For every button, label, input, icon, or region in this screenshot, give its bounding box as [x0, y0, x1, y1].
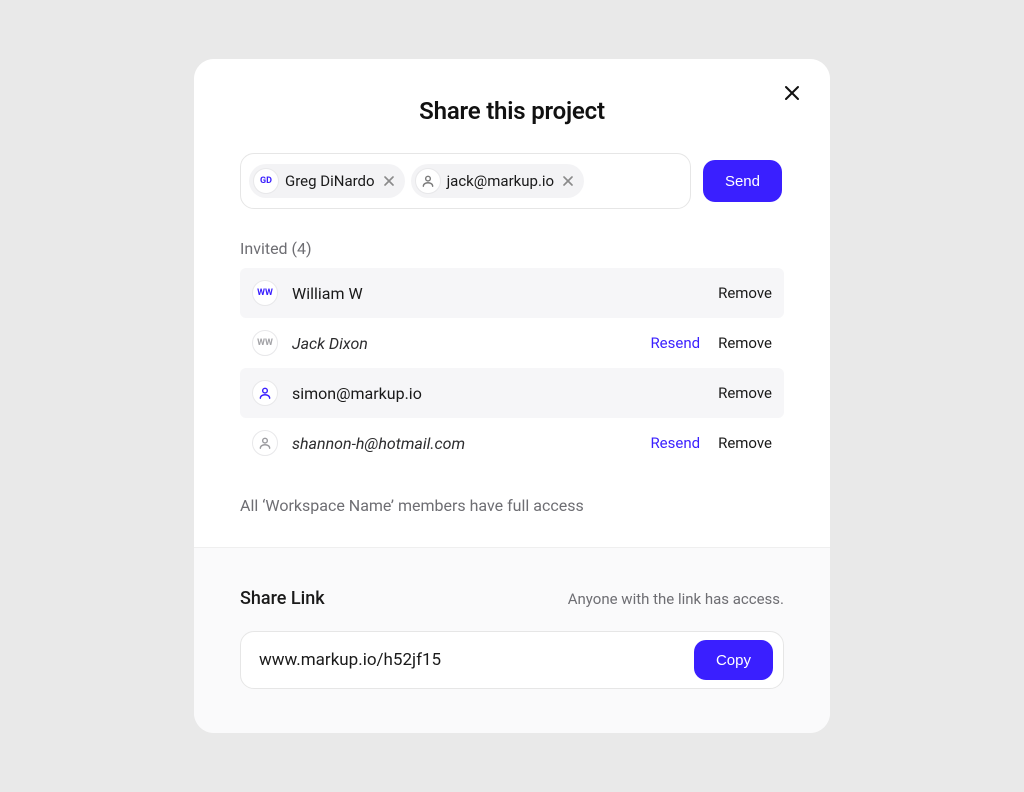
- share-link-row: www.markup.io/h52jf15 Copy: [240, 631, 784, 689]
- invited-header: Invited (4): [240, 239, 784, 258]
- invited-list: WW William W Remove WW Jack Dixon Resend…: [240, 268, 784, 468]
- person-icon: [252, 430, 278, 456]
- share-link-section: Share Link Anyone with the link has acce…: [194, 547, 830, 733]
- invite-row: GD Greg DiNardo: [240, 153, 784, 209]
- remove-button[interactable]: Remove: [718, 284, 772, 302]
- share-link-note: Anyone with the link has access.: [568, 590, 784, 608]
- remove-button[interactable]: Remove: [718, 434, 772, 452]
- person-icon: [415, 168, 441, 194]
- avatar-initials: WW: [252, 330, 278, 356]
- invited-row: WW William W Remove: [240, 268, 784, 318]
- chip-label: Greg DiNardo: [285, 172, 375, 190]
- share-link-header: Share Link Anyone with the link has acce…: [240, 588, 784, 609]
- remove-chip-icon[interactable]: [560, 173, 576, 189]
- invite-input[interactable]: GD Greg DiNardo: [240, 153, 691, 209]
- person-icon: [252, 380, 278, 406]
- resend-button[interactable]: Resend: [650, 334, 700, 352]
- invited-name: Jack Dixon: [292, 334, 632, 353]
- share-link-url[interactable]: www.markup.io/h52jf15: [259, 650, 694, 670]
- share-project-modal: Share this project GD Greg DiNardo: [194, 59, 830, 733]
- invited-row: WW Jack Dixon Resend Remove: [240, 318, 784, 368]
- avatar-initials: GD: [253, 168, 279, 194]
- remove-chip-icon[interactable]: [381, 173, 397, 189]
- close-button[interactable]: [780, 81, 804, 105]
- avatar-initials: WW: [252, 280, 278, 306]
- invited-row: shannon-h@hotmail.com Resend Remove: [240, 418, 784, 468]
- recipient-chip: jack@markup.io: [411, 164, 585, 198]
- workspace-access-note: All ‘Workspace Name’ members have full a…: [240, 496, 784, 515]
- remove-button[interactable]: Remove: [718, 384, 772, 402]
- invited-name: shannon-h@hotmail.com: [292, 434, 632, 453]
- chip-label: jack@markup.io: [447, 172, 555, 190]
- share-link-title: Share Link: [240, 588, 325, 609]
- resend-button[interactable]: Resend: [650, 434, 700, 452]
- invited-name: William W: [292, 284, 700, 303]
- copy-button[interactable]: Copy: [694, 640, 773, 680]
- modal-upper-section: Share this project GD Greg DiNardo: [194, 59, 830, 547]
- invited-name: simon@markup.io: [292, 384, 700, 403]
- dialog-title: Share this project: [240, 97, 784, 125]
- remove-button[interactable]: Remove: [718, 334, 772, 352]
- send-button[interactable]: Send: [703, 160, 782, 202]
- invited-row: simon@markup.io Remove: [240, 368, 784, 418]
- recipient-chip: GD Greg DiNardo: [249, 164, 405, 198]
